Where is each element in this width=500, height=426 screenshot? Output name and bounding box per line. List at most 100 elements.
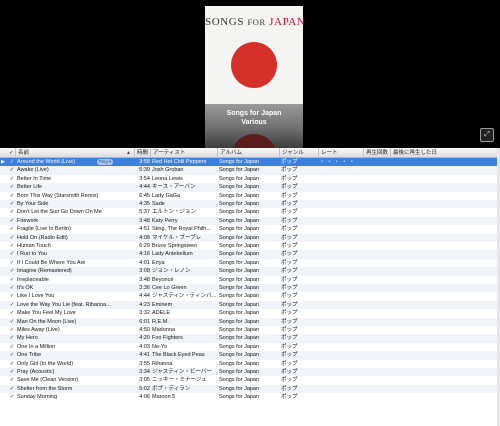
header-rating[interactable]: レート [318,148,364,158]
artwork-viewer: SONGS FOR JAPAN Songs for Japan Various … [0,0,500,148]
ping-button[interactable]: Ping ▾ [97,159,114,165]
track-genre: ポップ [281,167,298,174]
cover-title-japan: JAPAN [269,16,306,28]
track-row[interactable]: ✓ Like I Love You 4:44 ジャスティン・ティンバ... Songs … [0,292,500,300]
track-checkbox[interactable]: ✓ [9,267,15,275]
header-plays[interactable]: 再生回数 [363,148,391,158]
track-album: Songs for Japan [219,285,260,291]
track-checkbox[interactable]: ✓ [9,192,15,200]
track-artist: ジョン・レノン [152,268,191,275]
track-checkbox[interactable]: ✓ [9,200,15,208]
track-checkbox[interactable]: ✓ [9,351,15,359]
caption-artist: Various [241,119,267,126]
track-checkbox[interactable]: ✓ [9,393,15,401]
track-checkbox[interactable]: ✓ [9,234,15,242]
track-row[interactable]: ✓ Irreplaceable 3:48 Beyoncé Songs for Japan… [0,276,500,284]
track-artist: Red Hot Chili Peppers [152,159,207,165]
track-row[interactable]: ▶ ✓ Around the World (Live) Ping ▾ 3:58 Red H… [0,158,500,167]
track-checkbox[interactable]: ✓ [9,326,15,334]
track-row[interactable]: ✓ Better In Time 3:54 Leona Lewis Songs for … [0,175,500,183]
album-cover[interactable]: SONGS FOR JAPAN [205,6,306,104]
track-checkbox[interactable]: ✓ [9,276,15,284]
track-artist: Leona Lewis [152,175,183,182]
track-row[interactable]: ✓ Save Me (Clean Version) 3:05 ニッキー・ミナージュ So… [0,376,500,384]
header-time[interactable]: 時間 [134,148,151,158]
track-album: Songs for Japan [219,318,260,325]
track-artist: R.E.M. [152,318,169,325]
track-name: Imagine (Remastered) [17,268,72,275]
track-checkbox[interactable]: ✓ [9,343,15,351]
track-time: 4:23 [139,301,150,308]
track-genre: ポップ [281,159,298,165]
track-row[interactable]: ✓ If I Could Be Where You Are 4:01 Enya Song… [0,259,500,267]
track-row[interactable]: ✓ Man On the Moon (Live) 6:01 R.E.M. Songs f… [0,317,500,326]
track-album: Songs for Japan [219,276,260,283]
track-album: Songs for Japan [219,259,260,266]
track-genre: ポップ [281,192,298,199]
fullscreen-button[interactable]: ⤢ [480,128,494,142]
track-checkbox[interactable]: ✓ [9,175,15,183]
track-row[interactable]: ✓ My Hero 4:20 Foo Fighters Songs for Japan ポ… [0,334,500,343]
track-checkbox[interactable]: ✓ [9,158,15,166]
track-checkbox[interactable]: ✓ [9,385,15,393]
track-row[interactable]: ✓ Firework 3:48 Katy Perry Songs for Japan ポッ… [0,216,500,226]
track-row[interactable]: ✓ Human Touch 6:29 Bruce Springsteen Songs f… [0,242,500,250]
track-checkbox[interactable]: ✓ [9,259,15,267]
track-checkbox[interactable]: ✓ [9,166,15,174]
track-row[interactable]: ✓ One In a Million 4:03 Ne-Yo Songs for Japa… [0,343,500,351]
track-time: 3:08 [139,268,150,275]
track-checkbox[interactable]: ✓ [9,183,15,191]
track-checkbox[interactable]: ✓ [9,368,15,376]
header-artist[interactable]: アーティスト [150,148,218,158]
track-album: Songs for Japan [219,385,260,392]
track-time: 6:45 [139,192,150,199]
rating-dots[interactable]: • • • • • [321,158,361,166]
header-last-played[interactable]: 最後に再生した日 [390,148,497,158]
track-row[interactable]: ✓ I Run to You 4:16 Lady Antebellum Songs fo… [0,250,500,259]
track-row[interactable]: ✓ Awake (Live) 5:39 Josh Groban Songs for Ja… [0,166,500,175]
track-row[interactable]: ✓ Hold On (Radio Edit) 4:08 マイケル・ブーブレ Songs … [0,233,500,242]
track-genre: ポップ [281,343,298,350]
track-genre: ポップ [281,327,298,333]
track-row[interactable]: ✓ By Your Side 4:35 Sade Songs for Japan ポップ [0,200,500,209]
track-row[interactable]: ✓ It's OK 3:36 Cee Lo Green Songs for Japan ポ… [0,284,500,293]
track-time: 6:01 [139,318,150,325]
track-row[interactable]: ✓ Make You Feel My Love 3:32 ADELE Songs for… [0,309,500,317]
header-genre[interactable]: ジャンル [279,148,319,158]
track-checkbox[interactable]: ✓ [9,208,15,216]
track-artist: Lady GaGa [152,192,181,199]
track-album: Songs for Japan [219,175,260,182]
cover-title-for: FOR [247,17,266,27]
track-row[interactable]: ✓ Love the Way You Lie (feat. Rihanna... 4… [0,300,500,310]
cover-reflection [231,134,277,148]
track-row[interactable]: ✓ Miles Away (Live) 4:50 Madonna Songs for J… [0,326,500,334]
track-row[interactable]: ✓ Born This Way (Starsmith Remix) 6:45 Lady… [0,192,500,200]
track-row[interactable]: ✓ Don't Let the Sun Go Down On Me 5:37 エルトン… [0,208,500,216]
track-checkbox[interactable]: ✓ [9,334,15,342]
track-checkbox[interactable]: ✓ [9,225,15,233]
track-row[interactable]: ✓ Better Life 4:44 キース・アーバン Songs for Japan ポ… [0,183,500,192]
track-row[interactable]: ✓ Only Girl (In the World) 3:55 Rihanna Song… [0,360,500,368]
track-row[interactable]: ✓ Sunday Morning 4:06 Maroon 5 Songs for Jap… [0,393,500,401]
header-album[interactable]: アルバム [217,148,280,158]
track-checkbox[interactable]: ✓ [9,309,15,317]
track-checkbox[interactable]: ✓ [9,376,15,384]
track-checkbox[interactable]: ✓ [9,360,15,368]
track-artist: ボブ・ディラン [152,385,191,392]
header-name[interactable]: 名前 [15,148,132,158]
track-checkbox[interactable]: ✓ [9,318,15,326]
track-row[interactable]: ✓ One Tribe 4:41 The Black Eyed Peas Songs f… [0,351,500,360]
track-checkbox[interactable]: ✓ [9,217,15,225]
track-row[interactable]: ✓ Fragile (Live In Berlin) 4:51 Sting, The … [0,225,500,233]
track-row[interactable]: ✓ Pray (Acoustic) 3:34 ジャスティン・ビーバー Songs for… [0,368,500,377]
track-album: Songs for Japan [219,192,260,199]
track-time: 4:51 [139,226,150,233]
track-checkbox[interactable]: ✓ [9,284,15,292]
track-checkbox[interactable]: ✓ [9,250,15,258]
track-row[interactable]: ✓ Shelter from the Storm 5:02 ボブ・ディラン Songs … [0,384,500,394]
track-row[interactable]: ✓ Imagine (Remastered) 3:08 ジョン・レノン Songs fo… [0,267,500,276]
track-checkbox[interactable]: ✓ [9,242,15,250]
track-artist: Katy Perry [152,217,178,224]
track-checkbox[interactable]: ✓ [9,301,15,309]
track-checkbox[interactable]: ✓ [9,292,15,300]
